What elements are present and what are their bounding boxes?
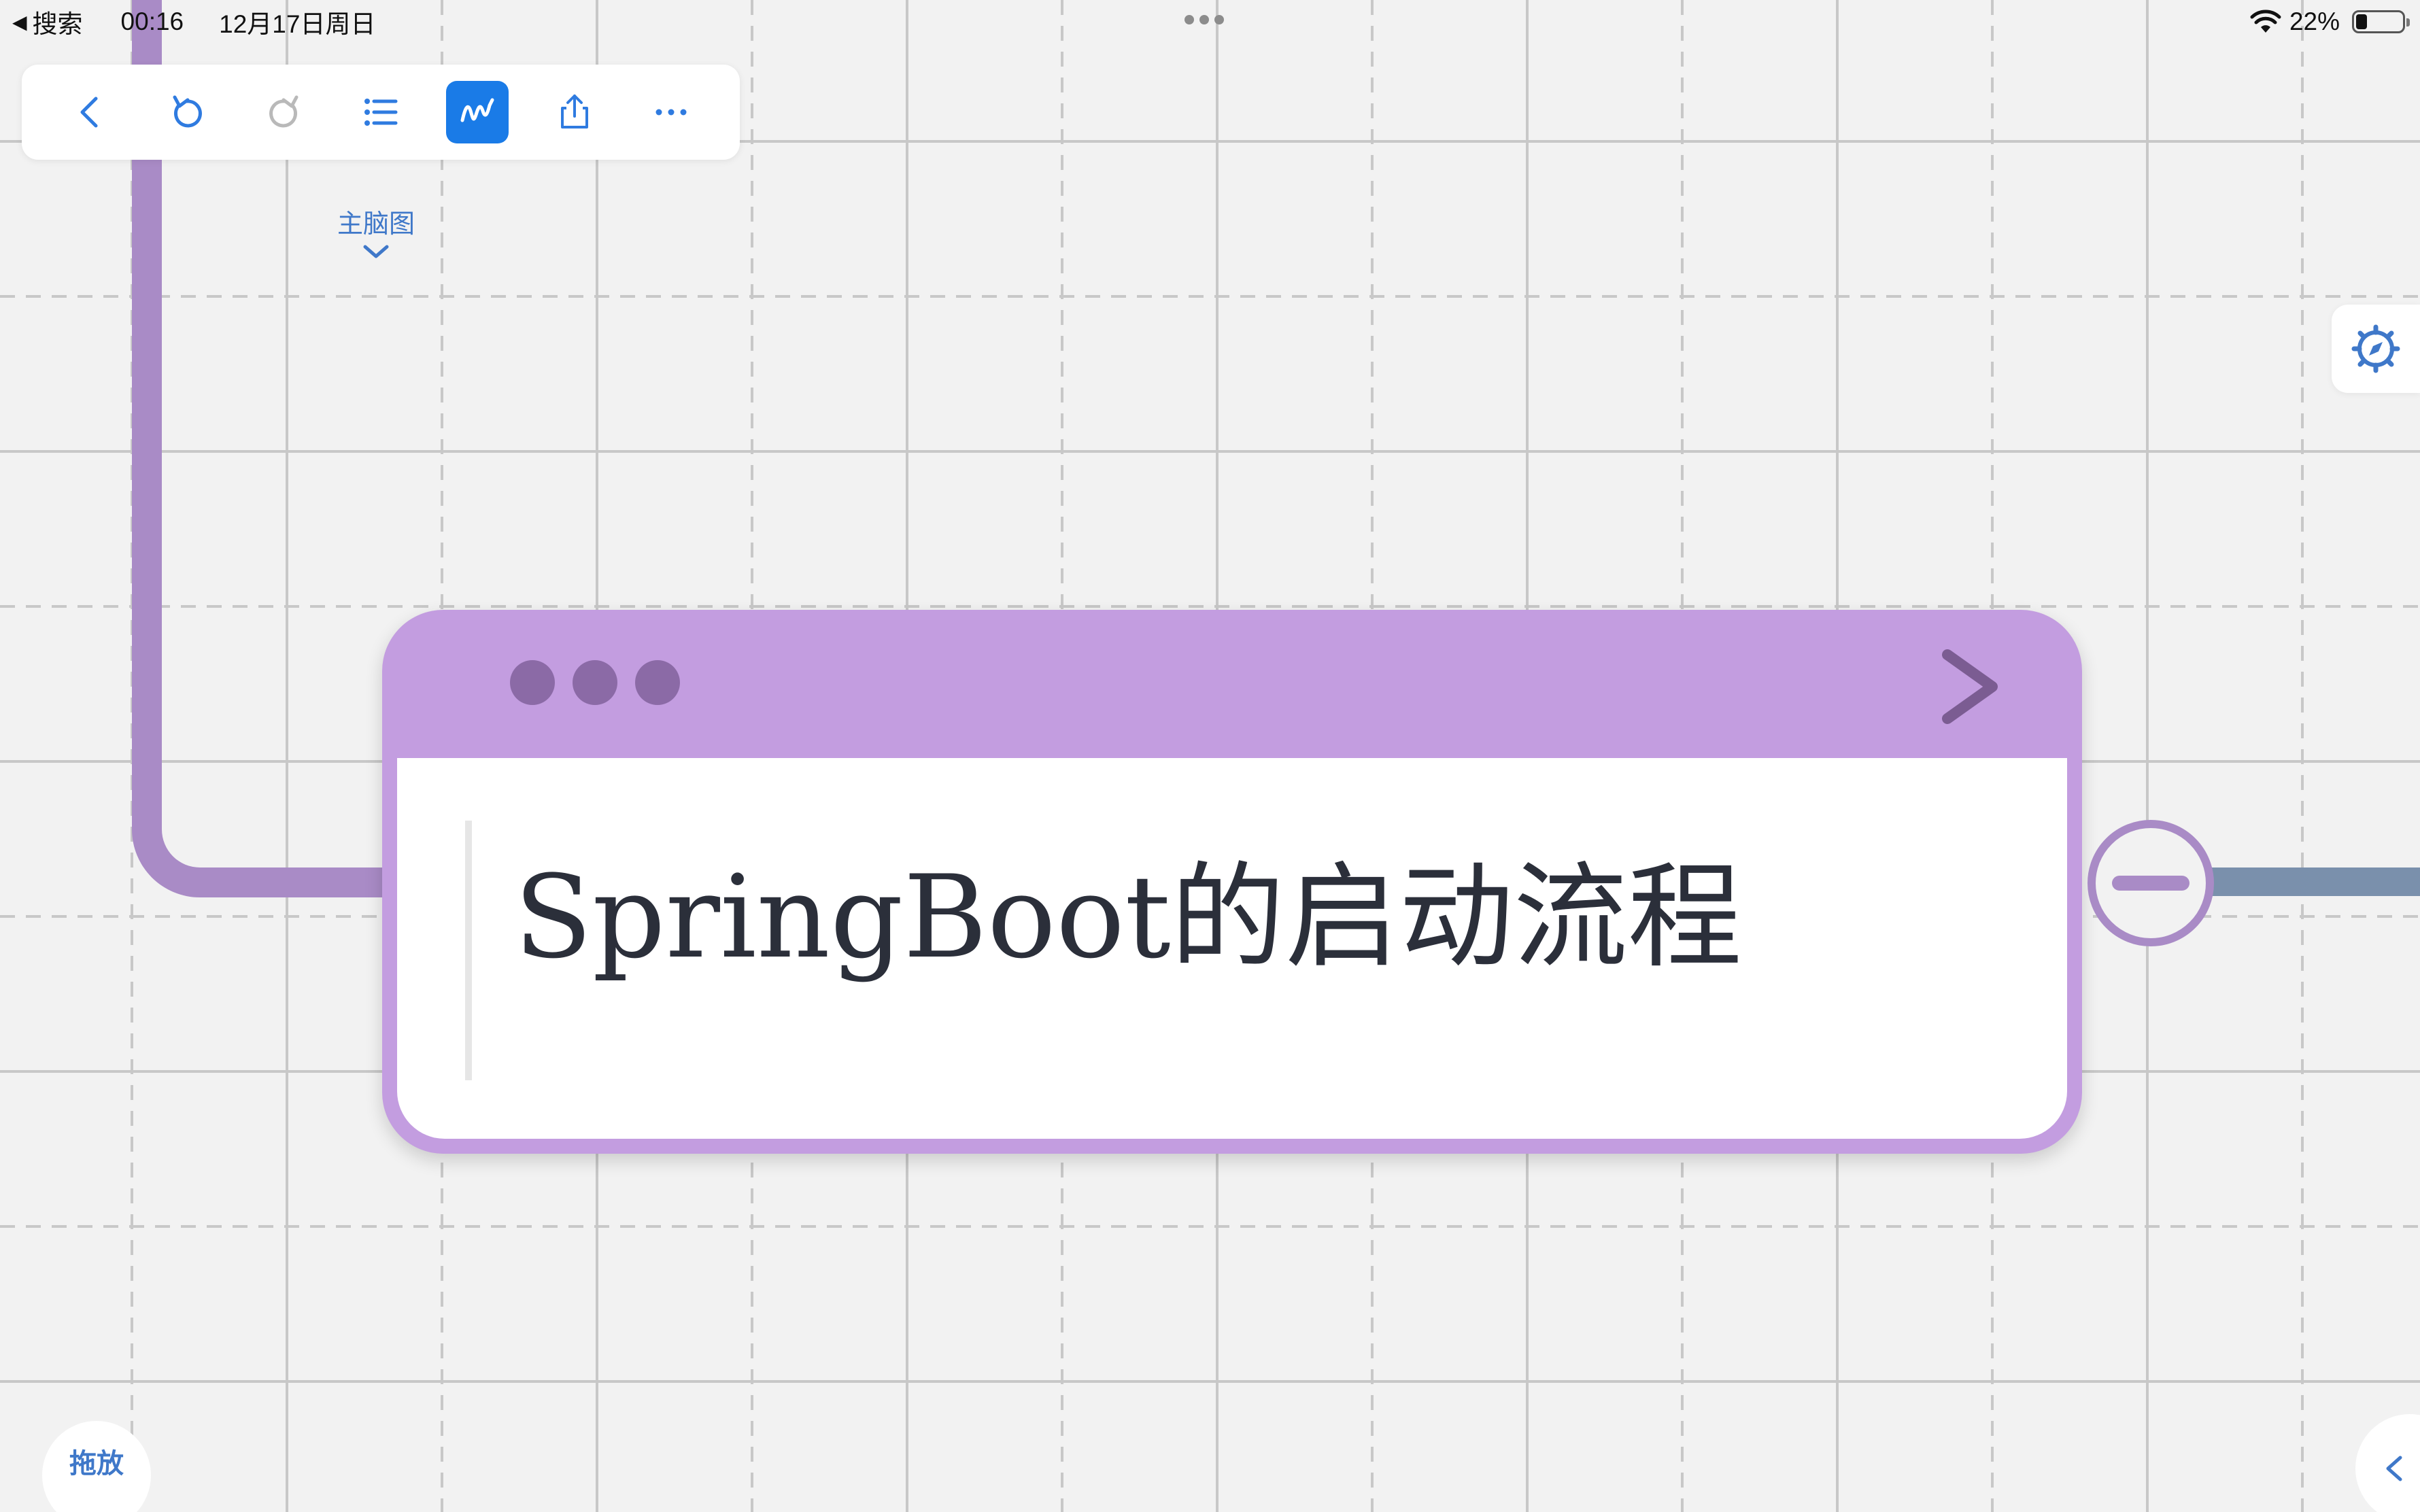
parent-connector-horizontal [211, 867, 401, 897]
scribble-icon [460, 98, 494, 122]
status-time: 00:16 [120, 7, 184, 35]
compass-gear-icon [2351, 324, 2400, 373]
wifi-icon [2250, 10, 2281, 33]
main-toolbar [22, 65, 740, 160]
list-icon [364, 99, 398, 126]
status-back-label[interactable]: 搜索 [33, 3, 83, 40]
battery-percent: 22% [2289, 7, 2340, 35]
quote-bar [465, 821, 472, 1080]
collapse-toggle-button[interactable] [2087, 820, 2214, 946]
redo-button[interactable] [253, 81, 316, 143]
window-dots-icon [510, 660, 680, 705]
outline-button[interactable] [350, 81, 412, 143]
chevron-right-icon[interactable] [1932, 642, 2007, 731]
chevron-down-icon [363, 245, 389, 258]
draw-mode-button[interactable] [446, 81, 509, 143]
node-body: SpringBoot的启动流程 [397, 758, 2067, 1139]
child-connector [2210, 867, 2420, 896]
multitasking-dots-icon[interactable] [1185, 15, 1224, 24]
ellipsis-icon [655, 109, 687, 116]
undo-button[interactable] [156, 81, 218, 143]
status-date: 12月17日周日 [219, 10, 376, 38]
chevron-left-icon [2386, 1456, 2402, 1481]
node-title[interactable]: SpringBoot的启动流程 [514, 860, 1742, 974]
status-bar-left: ◀ 搜索 00:16 12月17日周日 [12, 5, 375, 38]
navigator-button[interactable] [2332, 305, 2420, 393]
undo-icon [173, 95, 203, 128]
share-icon [560, 94, 588, 128]
share-button[interactable] [543, 81, 606, 143]
map-selector[interactable]: 主脑图 [337, 203, 415, 260]
central-topic-node[interactable]: SpringBoot的启动流程 [382, 610, 2082, 1154]
back-triangle-icon[interactable]: ◀ [12, 11, 27, 33]
chevron-left-icon [80, 97, 98, 128]
status-bar-right: 22% [2250, 5, 2410, 38]
drag-drop-label: 拖放 [69, 1449, 124, 1479]
map-selector-label: 主脑图 [337, 210, 415, 239]
node-header [382, 610, 2082, 758]
battery-icon [2352, 10, 2410, 33]
more-button[interactable] [640, 81, 702, 143]
redo-icon [269, 95, 299, 128]
back-button[interactable] [59, 81, 122, 143]
mindmap-canvas[interactable]: ◀ 搜索 00:16 12月17日周日 22% 主脑图 SpringBoot的启… [0, 0, 2420, 1512]
